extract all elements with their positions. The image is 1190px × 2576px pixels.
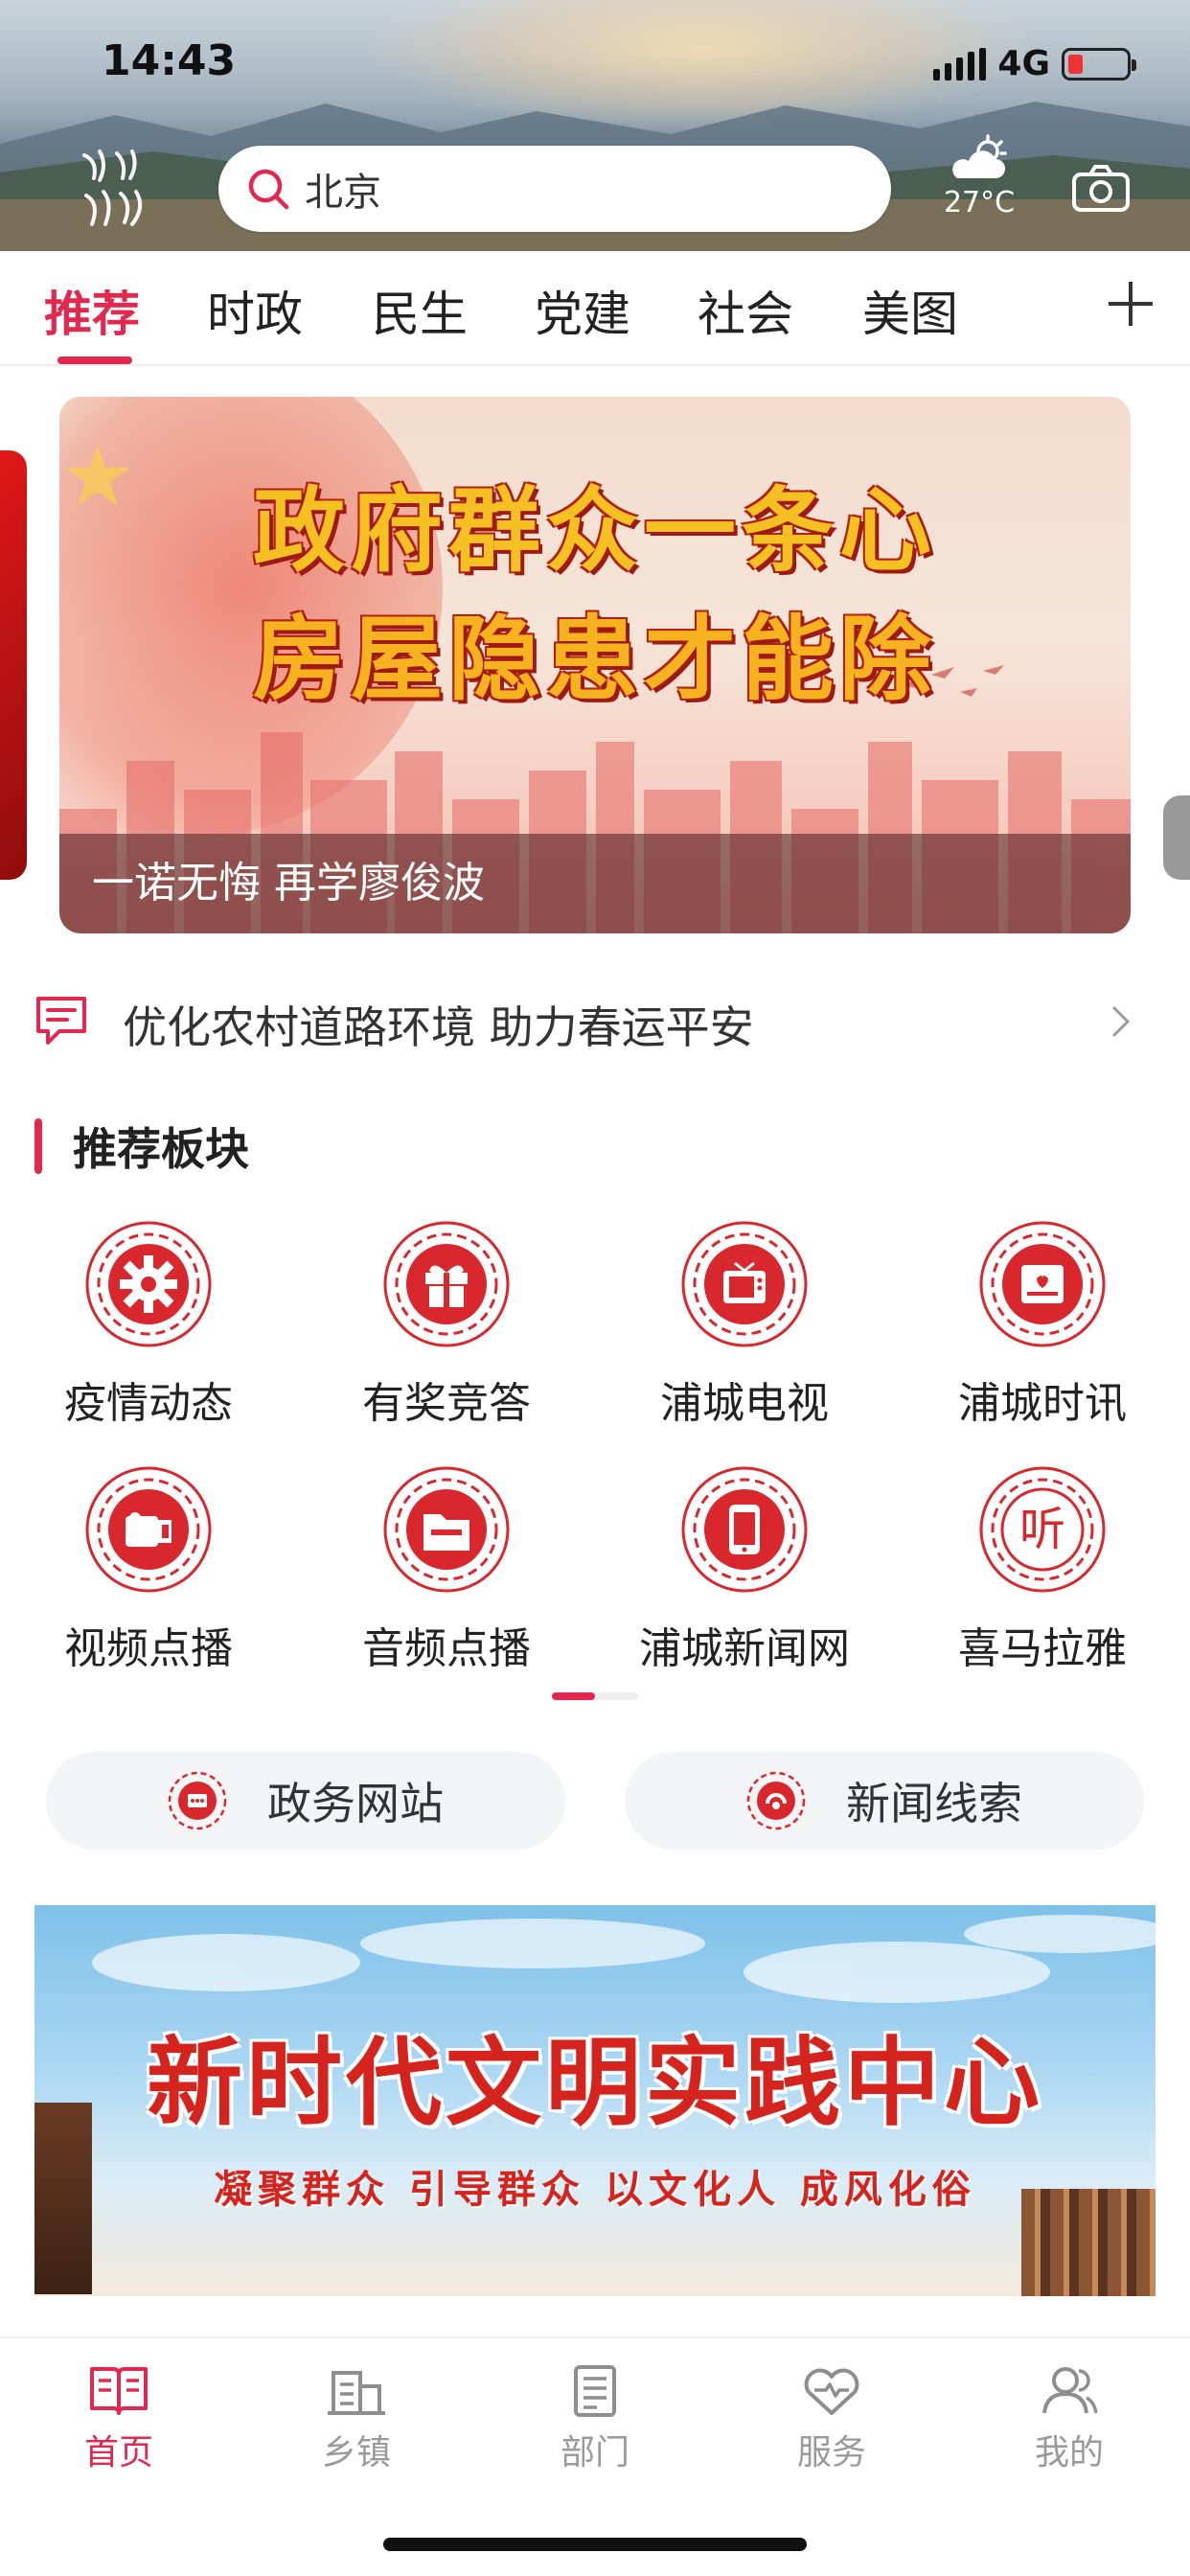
tv-icon: [681, 1221, 808, 1347]
grid-pager: [552, 1692, 638, 1700]
nav-departments[interactable]: 部门: [499, 2363, 691, 2474]
battery-level: [1068, 54, 1083, 74]
nav-services[interactable]: 服务: [736, 2363, 927, 2474]
gear-icon: [85, 1221, 212, 1347]
headline-ticker[interactable]: 优化农村道路环境 助力春运平安: [0, 978, 1190, 1064]
nav-home-label: 首页: [83, 2433, 153, 2472]
battery-icon: [1062, 47, 1136, 80]
tab-recommend[interactable]: 推荐: [44, 276, 140, 345]
section-title-text: 推荐板块: [73, 1123, 249, 1175]
promo-title: 新时代文明实践中心: [147, 2027, 1043, 2139]
grid-item-label: 有奖竞答: [362, 1379, 531, 1428]
tab-livelihood[interactable]: 民生: [372, 276, 468, 345]
promo-subtitle: 凝聚群众 引导群众 以文化人 成风化俗: [214, 2168, 976, 2212]
nav-services-label: 服务: [796, 2433, 866, 2472]
logo-calligraphy: [82, 150, 143, 226]
news-card-icon: [979, 1221, 1106, 1347]
nav-towns[interactable]: 乡镇: [261, 2363, 452, 2474]
banner-caption: 一诺无悔 再学廖俊波: [59, 834, 1131, 933]
grid-pager-active: [552, 1692, 595, 1700]
signal-icon: [933, 47, 987, 80]
tab-society[interactable]: 社会: [698, 276, 793, 345]
camera-icon[interactable]: [1071, 163, 1131, 213]
app-logo: [79, 146, 157, 234]
grid-item-quiz[interactable]: 有奖竞答: [303, 1219, 590, 1430]
listen-icon: 听: [979, 1466, 1106, 1593]
news-tip-button[interactable]: 新闻线索: [625, 1752, 1144, 1850]
grid-item-label: 疫情动态: [64, 1379, 233, 1428]
grid-item-label: 喜马拉雅: [958, 1624, 1127, 1673]
nav-profile-label: 我的: [1034, 2433, 1104, 2472]
news-tip-icon: [746, 1771, 806, 1830]
network-label: 4G: [997, 44, 1050, 83]
gov-website-label: 政务网站: [267, 1778, 444, 1829]
home-indicator[interactable]: [383, 2538, 807, 2551]
search-bar[interactable]: 北京: [218, 146, 891, 232]
video-camera-icon: [85, 1466, 212, 1593]
grid-item-label: 浦城时讯: [958, 1379, 1127, 1428]
grid-item-tv[interactable]: 浦城电视: [601, 1219, 888, 1430]
gov-website-button[interactable]: 政务网站: [46, 1752, 565, 1850]
search-input[interactable]: 北京: [305, 161, 381, 217]
promo-banner[interactable]: 新时代文明实践中心 凝聚群众 引导群众 以文化人 成风化俗: [34, 1905, 1156, 2296]
banner-headline-1: 政府群众一条心: [253, 477, 937, 585]
nav-towns-label: 乡镇: [321, 2433, 391, 2472]
grid-item-news-flash[interactable]: 浦城时讯: [899, 1219, 1186, 1430]
header-banner: 14:43 4G 北京 27°C: [0, 0, 1190, 251]
nav-profile[interactable]: 我的: [973, 2363, 1165, 2474]
search-icon: [248, 169, 289, 210]
ticker-text: 优化农村道路环境 助力春运平安: [123, 1001, 754, 1053]
section-title-bar: [34, 1118, 42, 1174]
folder-icon: [383, 1466, 510, 1593]
gift-icon: [383, 1221, 510, 1347]
banner-headline-2: 房屋隐患才能除: [253, 606, 937, 713]
weather-widget[interactable]: 27°C: [939, 134, 1019, 219]
grid-item-label: 浦城新闻网: [639, 1624, 850, 1673]
carousel-prev-slide[interactable]: [0, 450, 27, 880]
listen-glyph: 听: [1019, 1503, 1065, 1556]
user-icon: [1042, 2367, 1098, 2414]
news-tip-label: 新闻线索: [846, 1778, 1022, 1829]
heart-icon: [804, 2368, 859, 2415]
chat-bubble-icon: [36, 997, 86, 1045]
status-indicators: 4G: [933, 44, 1136, 83]
grid-item-epidemic[interactable]: 疫情动态: [5, 1219, 292, 1430]
partly-cloudy-icon: [952, 134, 1007, 178]
phone-icon: [681, 1466, 808, 1593]
hero-banner[interactable]: 政府群众一条心 房屋隐患才能除 一诺无悔 再学廖俊波: [59, 397, 1131, 933]
tab-photos[interactable]: 美图: [862, 276, 958, 345]
tab-indicator: [57, 356, 132, 364]
grid-item-news-web[interactable]: 浦城新闻网: [601, 1464, 888, 1675]
category-tabs: 推荐 时政 民生 党建 社会 美图: [0, 251, 1190, 366]
section-title: 推荐板块: [34, 1116, 249, 1177]
status-time: 14:43: [102, 36, 237, 85]
grid-item-ximalaya[interactable]: 听 喜马拉雅: [899, 1464, 1186, 1675]
book-icon: [90, 2367, 148, 2415]
building-icon: [328, 2371, 385, 2415]
gov-website-icon: [168, 1771, 227, 1830]
chevron-right-icon: [1112, 1006, 1131, 1037]
tab-party[interactable]: 党建: [535, 276, 630, 345]
nav-home[interactable]: 首页: [23, 2363, 215, 2474]
carousel-next-slide[interactable]: [1163, 795, 1190, 880]
plus-icon[interactable]: [1107, 280, 1155, 328]
grid-item-label: 浦城电视: [660, 1379, 829, 1428]
grid-item-audio-vod[interactable]: 音频点播: [303, 1464, 590, 1675]
grid-item-label: 音频点播: [362, 1624, 531, 1673]
grid-item-video-vod[interactable]: 视频点播: [5, 1464, 292, 1675]
grid-item-label: 视频点播: [64, 1624, 233, 1673]
nav-departments-label: 部门: [560, 2433, 629, 2472]
temperature-label: 27°C: [943, 186, 1016, 219]
tab-politics[interactable]: 时政: [207, 276, 303, 345]
document-icon: [574, 2365, 616, 2417]
